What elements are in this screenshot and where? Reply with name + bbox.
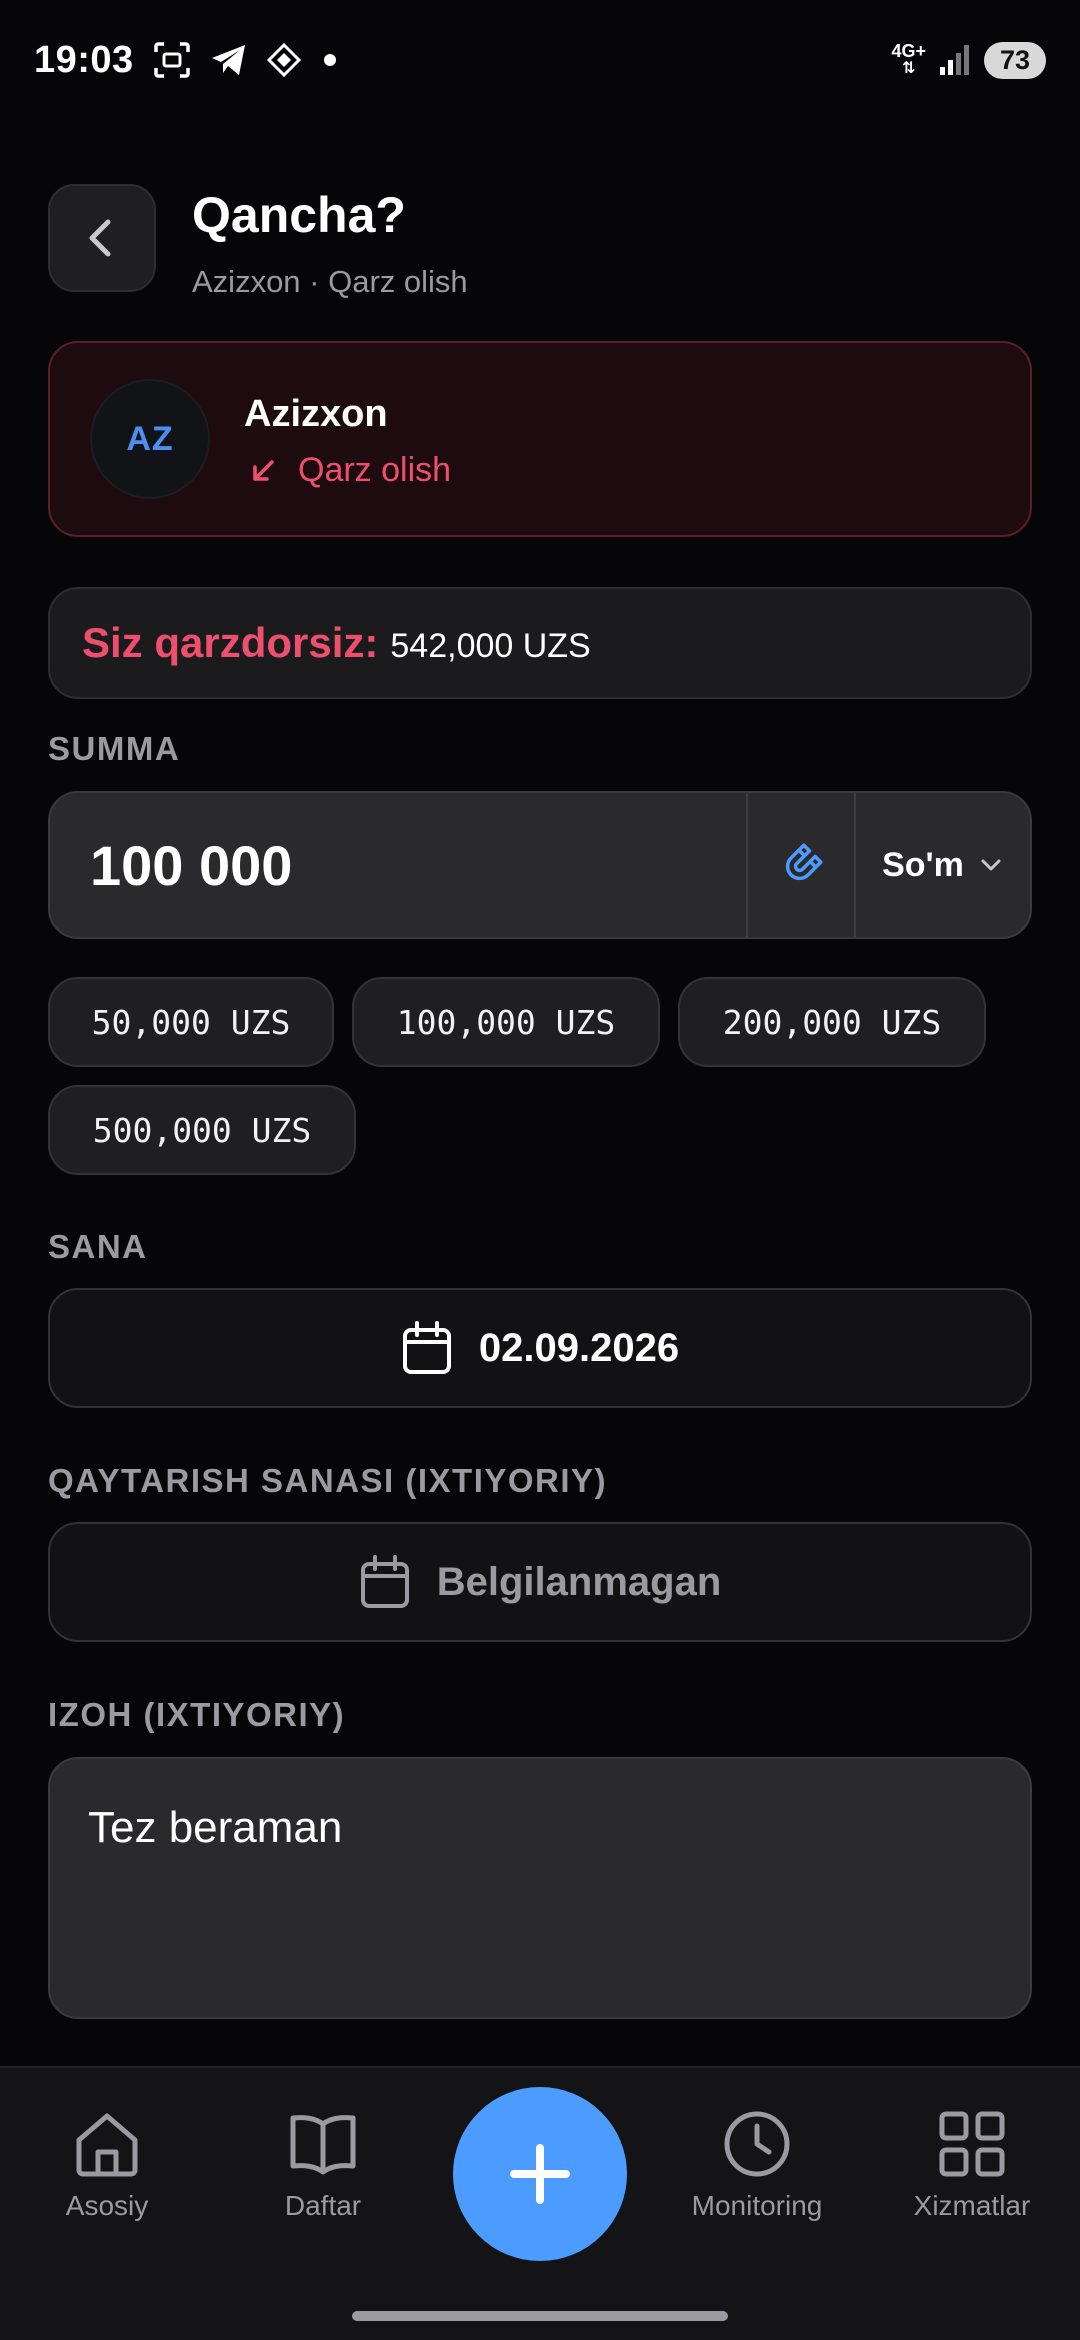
date-picker[interactable]: 02.09.2026 <box>48 1288 1032 1408</box>
return-date-section-label: QAYTARISH SANASI (IXTIYORIY) <box>48 1462 608 1499</box>
contact-name: Azizxon <box>244 393 388 435</box>
debt-label: Siz qarzdorsiz: <box>82 619 379 666</box>
return-date-placeholder: Belgilanmagan <box>436 1559 722 1604</box>
magnet-button[interactable] <box>746 793 854 937</box>
status-bar: 19:03 4G+ ⇅ 73 <box>0 0 1080 120</box>
currency-select[interactable]: So'm <box>854 793 1030 937</box>
quick-amount-chip[interactable]: 100,000 UZS <box>352 977 660 1067</box>
home-indicator[interactable] <box>352 2311 728 2321</box>
battery-indicator: 73 <box>984 41 1046 79</box>
return-date-picker[interactable]: Belgilanmagan <box>48 1522 1032 1642</box>
note-section-label: IZOH (IXTIYORIY) <box>48 1696 346 1733</box>
magnet-icon <box>785 843 823 881</box>
quick-amount-chip[interactable]: 200,000 UZS <box>678 977 986 1067</box>
date-value: 02.09.2026 <box>478 1325 680 1370</box>
status-notification-icons <box>152 40 340 80</box>
chevron-left-icon <box>89 219 111 257</box>
nav-label: Monitoring <box>691 2190 823 2221</box>
note-textarea[interactable]: Tez beraman <box>48 1757 1032 2019</box>
book-icon <box>290 2115 356 2175</box>
back-button[interactable] <box>48 184 156 292</box>
telegram-icon <box>211 45 245 75</box>
arrow-down-left-icon <box>253 459 274 481</box>
screenshot-icon <box>153 42 190 78</box>
nav-item-xizmatlar[interactable]: Xizmatlar <box>872 2108 1072 2222</box>
amount-section-label: SUMMA <box>48 730 181 767</box>
clock-icon <box>724 2111 790 2177</box>
nav-label: Asosiy <box>65 2190 149 2221</box>
nav-label: Daftar <box>284 2190 362 2221</box>
plus-icon <box>510 2144 570 2204</box>
date-section-label: SANA <box>48 1228 148 1265</box>
amount-input[interactable]: 100 000 <box>50 793 746 937</box>
nav-item-asosiy[interactable]: Asosiy <box>7 2108 207 2222</box>
page-title: Qancha? <box>192 187 406 243</box>
signal-icon <box>940 45 969 75</box>
grid-icon <box>939 2111 1005 2177</box>
network-indicator: 4G+ ⇅ <box>891 41 926 77</box>
chevron-down-icon <box>981 859 1001 871</box>
quick-amount-chip[interactable]: 50,000 UZS <box>48 977 334 1067</box>
nav-label: Xizmatlar <box>913 2190 1031 2221</box>
currency-value: So'm <box>882 845 964 884</box>
debt-summary: Siz qarzdorsiz: 542,000 UZS <box>48 587 1032 699</box>
quick-amount-chip[interactable]: 500,000 UZS <box>48 1085 356 1175</box>
amount-field: 100 000 So'm <box>48 791 1032 939</box>
home-icon <box>76 2113 138 2177</box>
avatar: AZ <box>90 379 210 499</box>
debt-value: 542,000 UZS <box>390 626 591 665</box>
transaction-type-label: Qarz olish <box>298 451 452 489</box>
add-button[interactable] <box>453 2087 627 2261</box>
contact-card: AZ Azizxon Qarz olish <box>48 341 1032 537</box>
calendar-icon <box>402 1321 451 1374</box>
status-system-icons: 4G+ ⇅ 73 <box>891 41 1046 79</box>
app-notification-icon <box>266 42 301 78</box>
page-subtitle: Azizxon · Qarz olish <box>192 264 468 299</box>
dot-icon <box>323 54 336 66</box>
transaction-type: Qarz olish <box>248 451 451 490</box>
nav-item-monitoring[interactable]: Monitoring <box>657 2108 857 2222</box>
status-time: 19:03 <box>34 38 134 81</box>
nav-item-daftar[interactable]: Daftar <box>223 2108 423 2222</box>
calendar-icon <box>360 1555 409 1608</box>
